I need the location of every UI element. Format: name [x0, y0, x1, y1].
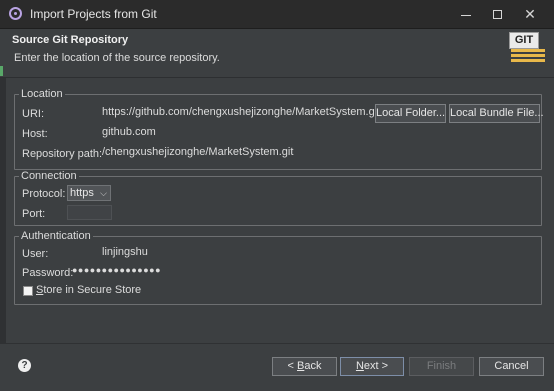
- protocol-value: https: [70, 187, 94, 199]
- host-field[interactable]: github.com: [102, 126, 156, 138]
- user-field[interactable]: linjingshu: [102, 246, 148, 258]
- store-secure-checkbox[interactable]: [23, 286, 33, 296]
- git-badge-bars: [511, 49, 545, 65]
- wizard-header: Source Git Repository Enter the location…: [0, 29, 554, 78]
- minimize-button[interactable]: [455, 4, 477, 24]
- finish-button[interactable]: Finish: [409, 357, 474, 376]
- password-field[interactable]: ●●●●●●●●●●●●●●●: [72, 265, 161, 275]
- uri-label: URI:: [22, 108, 44, 120]
- git-badge-label: GIT: [509, 32, 539, 49]
- close-button[interactable]: ✕: [519, 4, 541, 24]
- protocol-label: Protocol:: [22, 188, 66, 200]
- eclipse-app-icon: [9, 7, 22, 20]
- local-bundle-file-button[interactable]: Local Bundle File...: [449, 104, 544, 123]
- local-folder-button[interactable]: Local Folder...: [375, 104, 446, 123]
- maximize-button[interactable]: [486, 4, 508, 24]
- password-label: Password:: [22, 267, 74, 279]
- next-button[interactable]: Next >: [340, 357, 404, 376]
- close-icon: ✕: [524, 5, 536, 22]
- port-label: Port:: [22, 208, 46, 220]
- side-indicator: [0, 66, 3, 76]
- wizard-footer: ? < Back Next > Finish Cancel: [0, 343, 554, 391]
- uri-field[interactable]: https://github.com/chengxushejizonghe/Ma…: [102, 106, 380, 118]
- maximize-icon: [492, 9, 502, 19]
- store-secure-label: Store in Secure Store: [36, 284, 142, 296]
- user-label: User:: [22, 248, 49, 260]
- host-label: Host:: [22, 128, 48, 140]
- cancel-button[interactable]: Cancel: [479, 357, 544, 376]
- protocol-select[interactable]: https ⌵: [67, 185, 111, 201]
- page-title: Source Git Repository: [12, 34, 129, 46]
- location-legend: Location: [21, 88, 63, 100]
- help-icon[interactable]: ?: [18, 359, 31, 372]
- repository-path-label: Repository path:: [22, 148, 103, 160]
- page-description: Enter the location of the source reposit…: [14, 52, 220, 64]
- repository-path-field[interactable]: /chengxushejizonghe/MarketSystem.git: [102, 146, 293, 158]
- git-wizard-icon: GIT: [507, 32, 547, 66]
- title-bar: Import Projects from Git ✕: [0, 0, 554, 29]
- connection-legend: Connection: [21, 170, 77, 182]
- port-field[interactable]: [67, 205, 112, 220]
- window-title: Import Projects from Git: [30, 7, 157, 21]
- authentication-legend: Authentication: [21, 230, 91, 242]
- chevron-down-icon: ⌵: [100, 188, 107, 198]
- minimize-icon: [461, 15, 471, 16]
- back-button[interactable]: < Back: [272, 357, 337, 376]
